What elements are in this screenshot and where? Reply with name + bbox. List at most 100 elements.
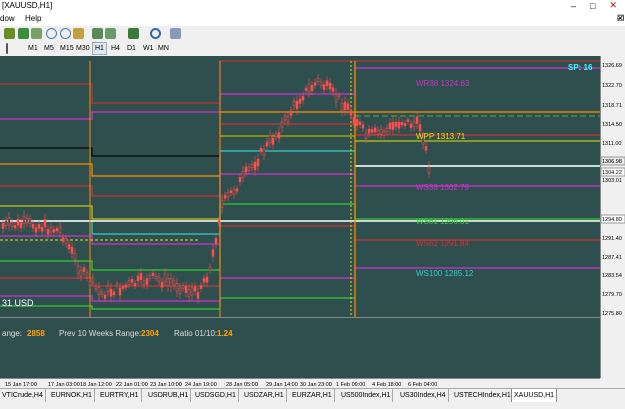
price-tick-label: 1294.80 <box>602 217 622 223</box>
candle-chart-icon[interactable] <box>18 28 29 39</box>
chart-tab[interactable]: XAUUSD,H1 <box>511 389 558 403</box>
candle-body <box>265 141 269 147</box>
candle-body <box>424 146 428 151</box>
child-close-icon[interactable]: ✕ <box>617 11 624 26</box>
bar-chart-icon[interactable] <box>4 28 15 39</box>
candle-body <box>193 286 197 292</box>
candle-body <box>328 82 332 90</box>
label-wpp: WPP 1313.71 <box>416 132 466 141</box>
chart-tab[interactable]: US30Index,H4 <box>398 389 449 402</box>
candle-body <box>385 127 389 132</box>
candle-body <box>241 171 245 179</box>
candle-body <box>163 273 167 282</box>
price-tick-label: 1279.70 <box>602 292 622 298</box>
candle-body <box>217 219 221 224</box>
zoom-in-icon[interactable] <box>46 28 57 39</box>
timeframe-m15-button[interactable]: M15 <box>58 42 76 55</box>
candle-body <box>388 122 392 129</box>
timeframe-d1-button[interactable]: D1 <box>125 42 138 55</box>
candle-body <box>259 147 263 152</box>
candle-body <box>118 287 122 296</box>
chart-tab[interactable]: VTICrude,H4 <box>0 389 46 402</box>
maximize-icon[interactable]: □ <box>590 1 595 11</box>
periods-icon[interactable] <box>150 28 161 39</box>
candle-body <box>301 95 305 101</box>
candle-body <box>229 190 233 194</box>
timeframe-mn-button[interactable]: MN <box>156 42 171 55</box>
menu-bar: dow Help – ❐ ✕ <box>0 11 625 26</box>
chart-tabs: VTICrude,H4 EURNOK,H1 EURTRY,H1 USDRUB,H1 US… <box>0 388 625 403</box>
chart-tab[interactable]: EURNOK,H1 <box>49 389 95 402</box>
candle-body <box>190 287 194 296</box>
chart-tab[interactable]: USTECHIndex,H1 <box>452 389 514 402</box>
line-chart-icon[interactable] <box>31 28 42 39</box>
timeframe-w1-button[interactable]: W1 <box>141 42 156 55</box>
menu-help[interactable]: Help <box>25 11 41 26</box>
candle-body <box>37 224 41 229</box>
price-tick-label: 1318.71 <box>602 103 622 109</box>
candle-body <box>406 119 410 122</box>
candle-body <box>19 222 23 228</box>
candle-body <box>358 121 362 125</box>
chart-tab[interactable]: USDZAR,H1 <box>242 389 287 402</box>
candle-body <box>316 77 320 82</box>
candle-body <box>289 110 293 116</box>
templates-icon[interactable] <box>170 28 181 39</box>
left-price-label: 31 USD <box>2 298 34 308</box>
candle-body <box>280 121 284 128</box>
candle-body <box>376 129 380 135</box>
menu-window[interactable]: dow <box>0 11 15 26</box>
tile-windows-icon[interactable] <box>73 28 84 39</box>
candle-body <box>331 87 335 92</box>
candle-body <box>58 226 62 234</box>
candle-body <box>214 238 218 245</box>
candle-body <box>208 266 212 271</box>
price-tick-label: 1322.70 <box>602 83 622 89</box>
candle-body <box>220 199 224 208</box>
chart-area[interactable]: SP: 16 WR38 1324.63 WPP 1313.71 WS38 130… <box>0 56 625 388</box>
candle-body <box>340 103 344 111</box>
chart-shift-icon[interactable] <box>105 28 116 39</box>
minimize-icon[interactable]: – <box>571 1 576 11</box>
candle-body <box>22 215 26 225</box>
label-wr38: WR38 1324.63 <box>416 79 470 88</box>
timeframe-m1-button[interactable]: M1 <box>26 42 40 55</box>
price-tick-label: 1314.50 <box>602 122 622 128</box>
indicators-icon[interactable] <box>128 28 139 39</box>
chart-tab[interactable]: EURZAR,H1 <box>290 389 335 402</box>
candle-body <box>286 116 290 123</box>
candle-body <box>151 272 155 276</box>
candle-body <box>127 280 131 285</box>
autoscroll-icon[interactable] <box>92 28 103 39</box>
candle-body <box>232 189 236 195</box>
candle-body <box>31 224 35 229</box>
chart-tab[interactable]: US500Index,H1 <box>339 389 394 402</box>
chart-tab[interactable]: EURTRY,H1 <box>98 389 142 402</box>
candle-body <box>370 129 374 133</box>
candle-body <box>367 128 371 134</box>
candle-body <box>352 117 356 124</box>
candle-body <box>16 218 20 226</box>
label-ws62: WS62 1291.84 <box>416 239 469 248</box>
candle-body <box>307 83 311 92</box>
timeframe-h4-button[interactable]: H4 <box>109 42 122 55</box>
close-icon[interactable]: ✕ <box>609 0 617 11</box>
zoom-out-icon[interactable] <box>60 28 71 39</box>
timeframe-m5-button[interactable]: M5 <box>42 42 56 55</box>
candle-body <box>178 287 182 295</box>
candle-body <box>262 149 266 156</box>
toolbar-timeframes: M1 M5 M15 M30 H1 H4 D1 W1 MN <box>0 41 625 57</box>
candle-body <box>61 237 65 242</box>
timeframe-m30-button[interactable]: M30 <box>74 42 92 55</box>
candle-body <box>196 292 200 299</box>
candle-body <box>256 158 260 167</box>
candle-body <box>154 275 158 279</box>
title-bar: [XAUUSD,H1] – □ ✕ <box>0 0 625 11</box>
chart-tab[interactable]: USDSGD,H1 <box>193 389 239 402</box>
price-tick-label: 1283.54 <box>602 273 622 279</box>
timeframe-h1-button[interactable]: H1 <box>92 42 107 55</box>
cursor-icon[interactable] <box>6 43 8 54</box>
chart-tab[interactable]: USDRUB,H1 <box>146 389 192 402</box>
candle-body <box>40 226 44 232</box>
candle-body <box>70 246 74 254</box>
